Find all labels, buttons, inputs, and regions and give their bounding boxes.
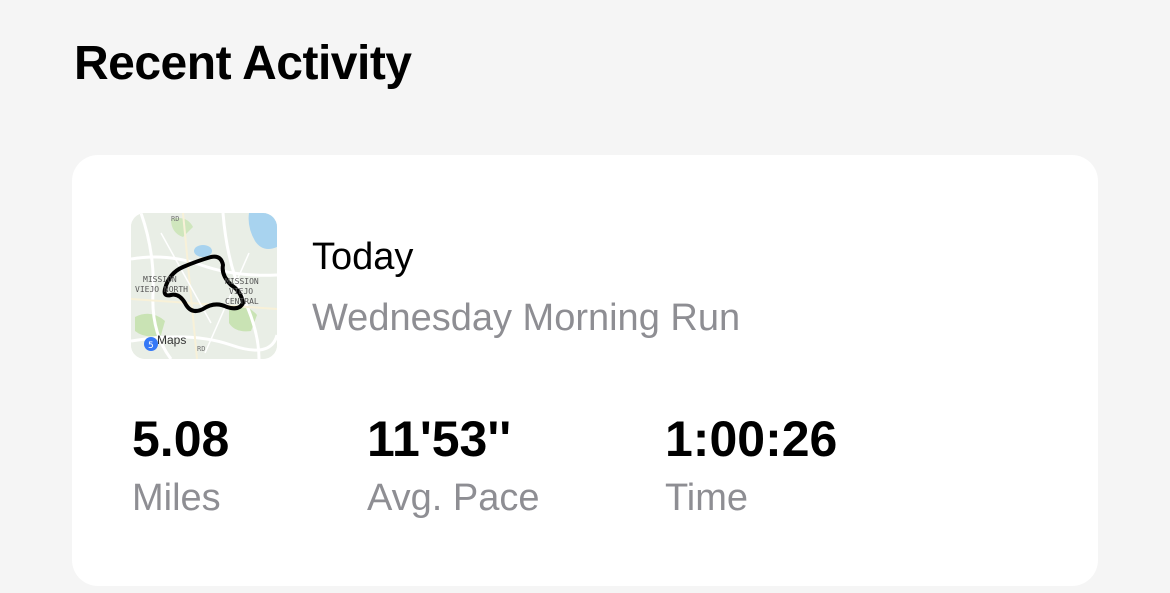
stat-time-value: 1:00:26 bbox=[665, 411, 838, 467]
activity-card[interactable]: MISSION VIEJO NORTH MISSION VIEJO CENTRA… bbox=[72, 155, 1098, 586]
map-label-central-2: VIEJO bbox=[229, 287, 253, 296]
route-map-thumbnail: MISSION VIEJO NORTH MISSION VIEJO CENTRA… bbox=[131, 213, 277, 359]
map-road-label-top: RD bbox=[171, 215, 179, 223]
section-title: Recent Activity bbox=[74, 37, 412, 90]
svg-text:5: 5 bbox=[148, 341, 154, 351]
map-road-label-bottom: RD bbox=[197, 345, 205, 353]
stat-distance: 5.08 Miles bbox=[132, 410, 229, 520]
stat-distance-value: 5.08 bbox=[132, 411, 230, 467]
stat-avg-pace: 11'53'' Avg. Pace bbox=[367, 410, 540, 520]
map-label-north-1: MISSION bbox=[143, 275, 177, 284]
stat-avg-pace-value: 11'53'' bbox=[367, 411, 512, 467]
stat-avg-pace-label: Avg. Pace bbox=[367, 477, 540, 519]
activity-date: Today bbox=[312, 236, 414, 278]
stat-distance-label: Miles bbox=[132, 477, 221, 519]
map-label-central-3: CENTRAL bbox=[225, 297, 259, 306]
stat-time-label: Time bbox=[665, 477, 749, 519]
activity-name: Wednesday Morning Run bbox=[312, 297, 741, 339]
map-label-central-1: MISSION bbox=[225, 277, 259, 286]
map-attribution: Maps bbox=[157, 333, 186, 347]
stat-time: 1:00:26 Time bbox=[665, 410, 837, 520]
map-label-north-2: VIEJO NORTH bbox=[135, 285, 188, 294]
